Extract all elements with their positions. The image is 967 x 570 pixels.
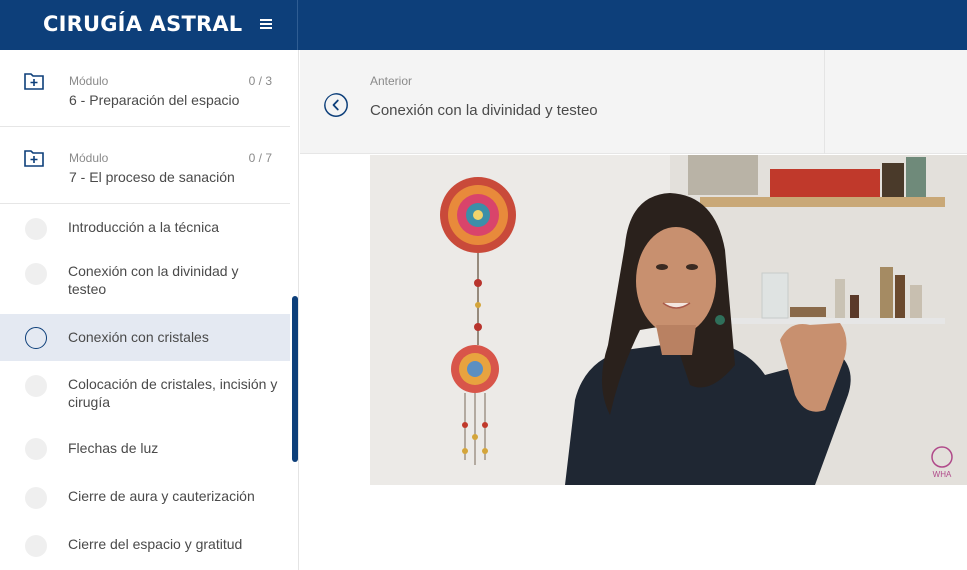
lesson-label: Cierre del espacio y gratitud (68, 536, 243, 552)
module-title: 6 - Preparación del espacio (69, 92, 240, 108)
chevron-left-icon (324, 93, 348, 117)
lesson-item[interactable]: Flechas de luz (0, 426, 290, 474)
lesson-item[interactable]: Cierre del espacio y gratitud (0, 522, 290, 570)
previous-lesson-link[interactable]: Anterior Conexión con la divinidad y tes… (300, 50, 825, 154)
module-title: 7 - El proceso de sanación (69, 169, 235, 185)
module-progress: 0 / 3 (248, 74, 272, 88)
lesson-label: Conexión con cristales (68, 329, 209, 345)
lesson-status-icon (25, 438, 47, 460)
course-sidebar: Módulo 0 / 3 6 - Preparación del espacio… (0, 50, 299, 570)
lesson-item[interactable]: Cierre de aura y cauterización (0, 474, 290, 522)
lesson-item-active[interactable]: Conexión con cristales (0, 314, 290, 361)
module-7[interactable]: Módulo 0 / 7 7 - El proceso de sanación (0, 127, 290, 204)
lesson-status-icon (25, 218, 47, 240)
previous-label: Anterior (370, 74, 413, 88)
folder-plus-icon (24, 150, 44, 167)
lesson-status-icon (25, 375, 47, 397)
sidebar-scrollbar[interactable] (292, 296, 298, 462)
video-frame: WHA (370, 155, 967, 485)
top-bar: CIRUGÍA ASTRAL (0, 0, 967, 50)
menu-icon[interactable] (258, 17, 274, 33)
lesson-item[interactable]: Introducción a la técnica (0, 204, 290, 249)
video-watermark: WHA (933, 470, 952, 479)
lesson-label: Introducción a la técnica (68, 219, 219, 235)
course-title: CIRUGÍA ASTRAL (43, 12, 243, 36)
folder-plus-icon (24, 73, 44, 90)
lesson-label: Flechas de luz (68, 440, 159, 456)
video-player[interactable]: WHA (370, 155, 967, 485)
module-progress: 0 / 7 (248, 151, 272, 165)
lesson-navigation: Anterior Conexión con la divinidad y tes… (300, 50, 967, 154)
lesson-status-icon (25, 263, 47, 285)
module-6[interactable]: Módulo 0 / 3 6 - Preparación del espacio (0, 50, 290, 127)
lesson-item[interactable]: Conexión con la divinidad y testeo (0, 249, 290, 314)
lesson-status-icon (25, 487, 47, 509)
lesson-label: Colocación de cristales, incisión y ciru… (68, 376, 278, 410)
lesson-label: Cierre de aura y cauterización (68, 488, 255, 504)
lesson-label: Conexión con la divinidad y testeo (68, 263, 239, 297)
lesson-item[interactable]: Colocación de cristales, incisión y ciru… (0, 361, 290, 426)
brand-header: CIRUGÍA ASTRAL (0, 0, 298, 50)
module-label: Módulo (69, 151, 109, 165)
module-label: Módulo (69, 74, 109, 88)
previous-title: Conexión con la divinidad y testeo (370, 102, 598, 119)
lesson-status-icon (25, 327, 47, 349)
lesson-status-icon (25, 535, 47, 557)
